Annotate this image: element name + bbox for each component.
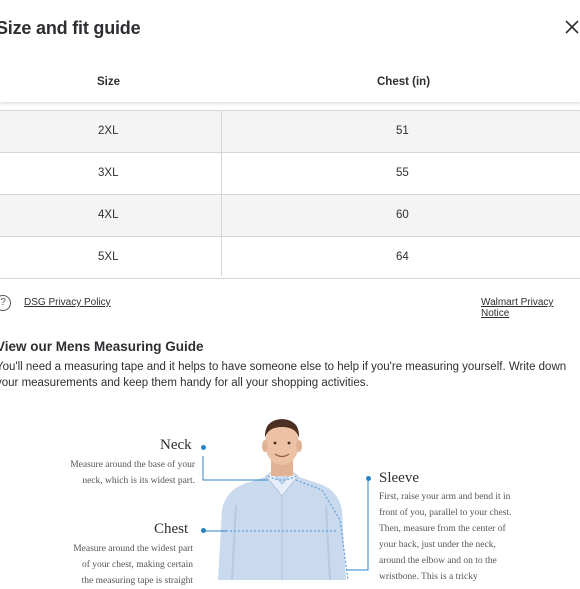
measuring-guide-title: View our Mens Measuring Guide: [0, 339, 204, 354]
modal-title: Size and fit guide: [0, 18, 141, 38]
chest-marker: [201, 528, 206, 533]
size-table-header: Size Chest (in): [0, 64, 580, 102]
chest-cell: 55: [396, 167, 409, 179]
chest-cell: 51: [396, 125, 409, 137]
chest-cell: 60: [396, 209, 409, 221]
close-button[interactable]: [564, 19, 580, 39]
column-header-chest: Chest (in): [377, 76, 431, 88]
table-row: 4XL 60: [0, 194, 580, 236]
neck-label: Neck: [160, 437, 192, 453]
close-icon: [565, 20, 579, 34]
chest-cell: 64: [396, 251, 409, 263]
chest-label: Chest: [154, 521, 189, 537]
table-row: 5XL 64: [0, 236, 580, 279]
size-cell: 5XL: [98, 251, 119, 263]
sleeve-marker: [366, 476, 371, 481]
size-cell: 3XL: [98, 167, 119, 179]
size-cell: 2XL: [98, 125, 119, 137]
neck-marker: [201, 445, 206, 450]
question-circle-icon[interactable]: ?: [0, 295, 11, 311]
column-header-size: Size: [97, 76, 121, 88]
chest-description: Measure around the widest part of your c…: [73, 544, 193, 586]
column-divider: [221, 110, 222, 276]
measuring-guide-intro: You'll need a measuring tape and it help…: [0, 361, 567, 389]
walmart-privacy-notice-link[interactable]: Walmart Privacy Notice: [481, 297, 580, 319]
table-row: 2XL 51: [0, 110, 580, 152]
sleeve-description: First, raise your arm and bend it in fro…: [379, 492, 512, 582]
table-row: 3XL 55: [0, 152, 580, 194]
neck-description: Measure around the base of your neck, wh…: [70, 460, 195, 486]
size-cell: 4XL: [98, 209, 119, 221]
dsg-privacy-policy-link[interactable]: DSG Privacy Policy: [24, 297, 111, 308]
size-table-body: 2XL 51 3XL 55 4XL 60 5XL 64: [0, 110, 580, 279]
sleeve-label: Sleeve: [379, 470, 419, 486]
measuring-guide-illustration: Neck Measure around the base of your nec…: [0, 410, 580, 586]
